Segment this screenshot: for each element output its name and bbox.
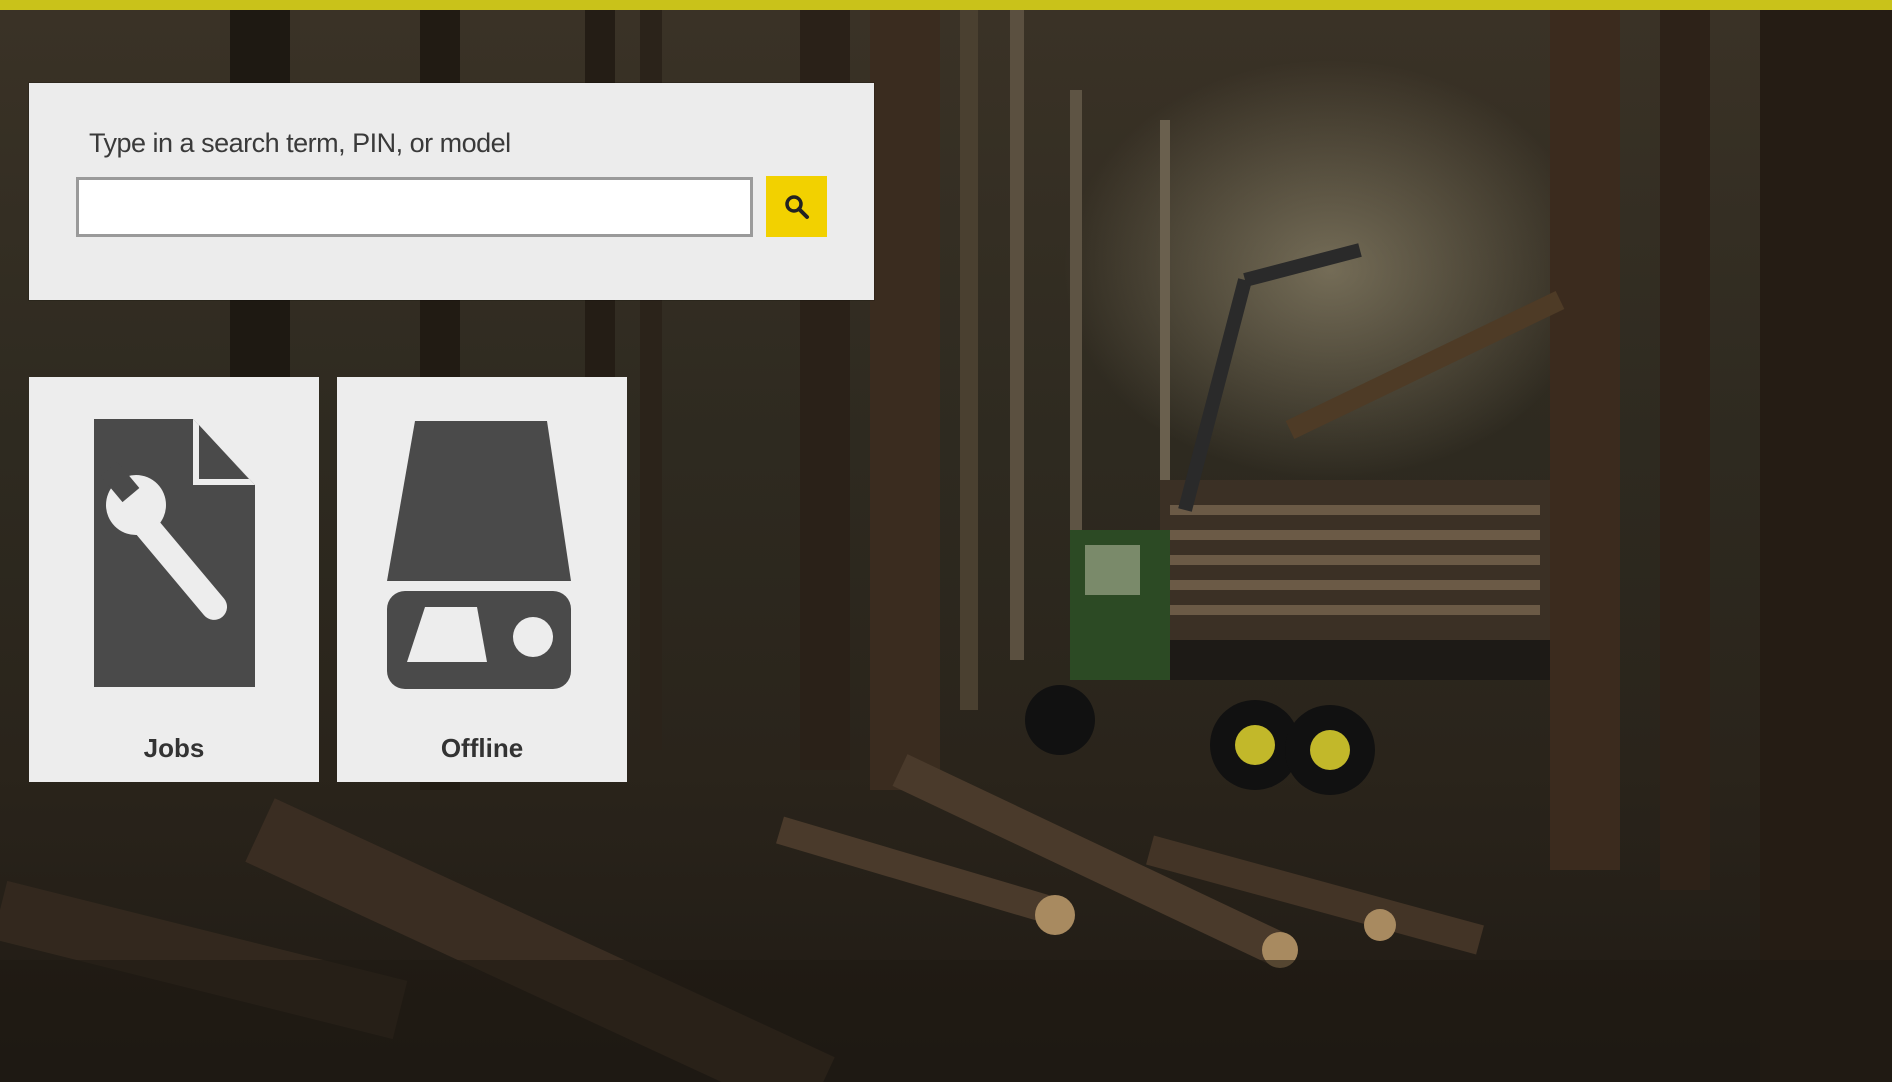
jobs-tile-label: Jobs [143, 733, 205, 763]
search-button[interactable] [766, 176, 827, 237]
app-window: Type in a search term, PIN, or model Job… [0, 0, 1892, 1089]
jobs-tile[interactable]: Jobs [29, 377, 319, 782]
top-accent-bar [0, 0, 1892, 10]
document-wrench-icon [94, 419, 255, 687]
forwarder-machine [1025, 243, 1565, 795]
offline-tile[interactable]: Offline [337, 377, 627, 782]
search-label: Type in a search term, PIN, or model [89, 128, 511, 158]
search-icon [784, 194, 809, 219]
search-input[interactable] [76, 177, 753, 237]
drive-eject-icon [387, 421, 571, 689]
bottom-strip [0, 1082, 1892, 1089]
search-panel: Type in a search term, PIN, or model [29, 83, 874, 300]
offline-tile-label: Offline [440, 733, 524, 763]
